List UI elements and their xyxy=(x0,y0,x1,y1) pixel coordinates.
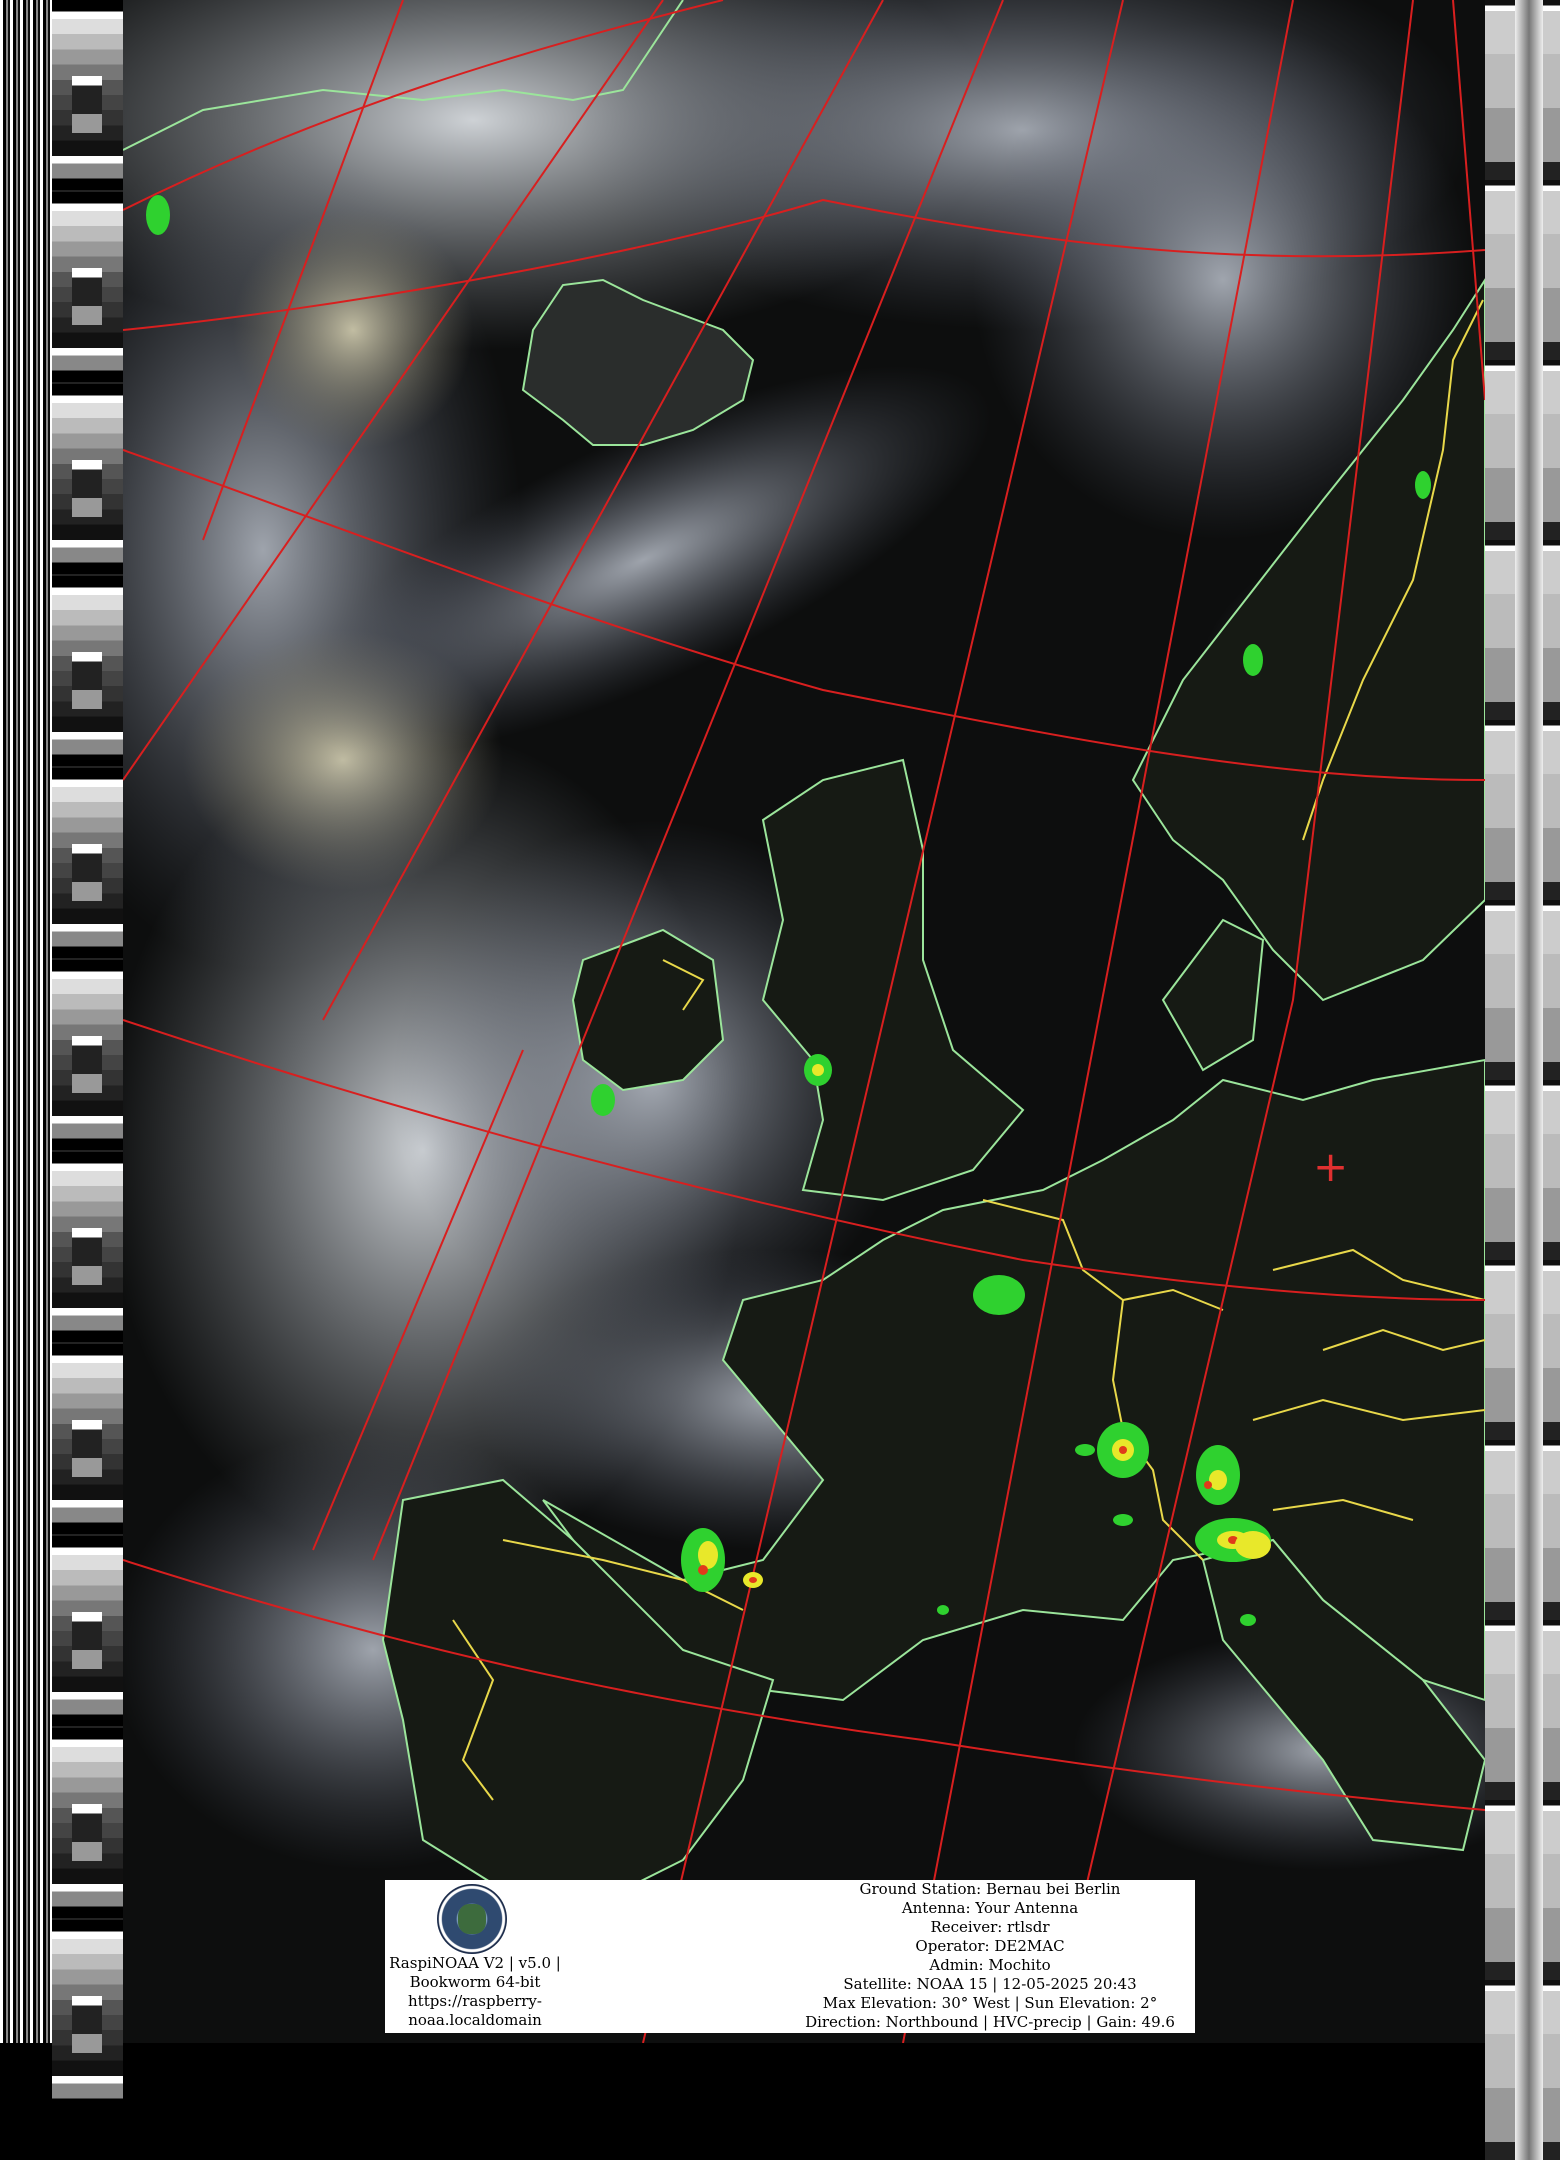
telemetry-strip-right xyxy=(1485,0,1560,2160)
elevation: Max Elevation: 30° West | Sun Elevation:… xyxy=(822,1994,1158,2012)
telemetry-wedge-right xyxy=(1485,180,1560,360)
telemetry-wedge-left xyxy=(52,0,123,190)
telemetry-wedge-right xyxy=(1485,1800,1560,1980)
telemetry-wedge-left xyxy=(52,384,123,574)
telemetry-wedge-left xyxy=(52,960,123,1150)
receiver: Receiver: rtlsdr xyxy=(930,1918,1050,1936)
telemetry-wedge-right xyxy=(1485,1980,1560,2160)
ground-station: Ground Station: Bernau bei Berlin xyxy=(859,1880,1121,1898)
software-version: RaspiNOAA V2 | v5.0 | xyxy=(389,1954,561,1972)
antenna: Antenna: Your Antenna xyxy=(901,1899,1079,1917)
satellite-map xyxy=(123,0,1485,2043)
telemetry-wedge-right xyxy=(1485,360,1560,540)
admin: Admin: Mochito xyxy=(929,1956,1051,1974)
telemetry-wedge-left xyxy=(52,1344,123,1534)
telemetry-wedge-right xyxy=(1485,900,1560,1080)
direction-gain: Direction: Northbound | HVC-precip | Gai… xyxy=(805,2013,1175,2031)
telemetry-wedge-right xyxy=(1485,1080,1560,1260)
info-panel: RaspiNOAA V2 | v5.0 | Bookworm 64-bit ht… xyxy=(385,1880,1195,2033)
telemetry-wedge-right xyxy=(1485,540,1560,720)
software-url-line2: noaa.localdomain xyxy=(408,2011,542,2029)
telemetry-wedge-right xyxy=(1485,0,1560,180)
telemetry-wedge-right xyxy=(1485,1260,1560,1440)
telemetry-wedge-right xyxy=(1485,1440,1560,1620)
satellite-pass: Satellite: NOAA 15 | 12-05-2025 20:43 xyxy=(843,1975,1137,1993)
software-os: Bookworm 64-bit xyxy=(409,1973,541,1991)
sync-strip xyxy=(0,0,52,2043)
software-info: RaspiNOAA V2 | v5.0 | Bookworm 64-bit ht… xyxy=(385,1954,565,2030)
station-info: Ground Station: Bernau bei Berlin Antenn… xyxy=(780,1880,1200,2032)
telemetry-wedge-left xyxy=(52,1536,123,1726)
ground-station-marker: + xyxy=(1313,1142,1349,1191)
telemetry-wedge-left xyxy=(52,1728,123,1918)
operator: Operator: DE2MAC xyxy=(915,1937,1065,1955)
telemetry-wedge-left xyxy=(52,768,123,958)
telemetry-wedge-left xyxy=(52,1152,123,1342)
telemetry-wedge-left xyxy=(52,192,123,382)
raspinoaa-logo xyxy=(437,1884,507,1954)
telemetry-wedge-right xyxy=(1485,1620,1560,1800)
satellite-image xyxy=(123,0,1485,2043)
software-url-line1: https://raspberry- xyxy=(408,1992,542,2010)
telemetry-wedge-left xyxy=(52,576,123,766)
telemetry-wedge-right xyxy=(1485,720,1560,900)
telemetry-wedge-left xyxy=(52,1920,123,2110)
telemetry-strip-left xyxy=(52,0,123,2110)
